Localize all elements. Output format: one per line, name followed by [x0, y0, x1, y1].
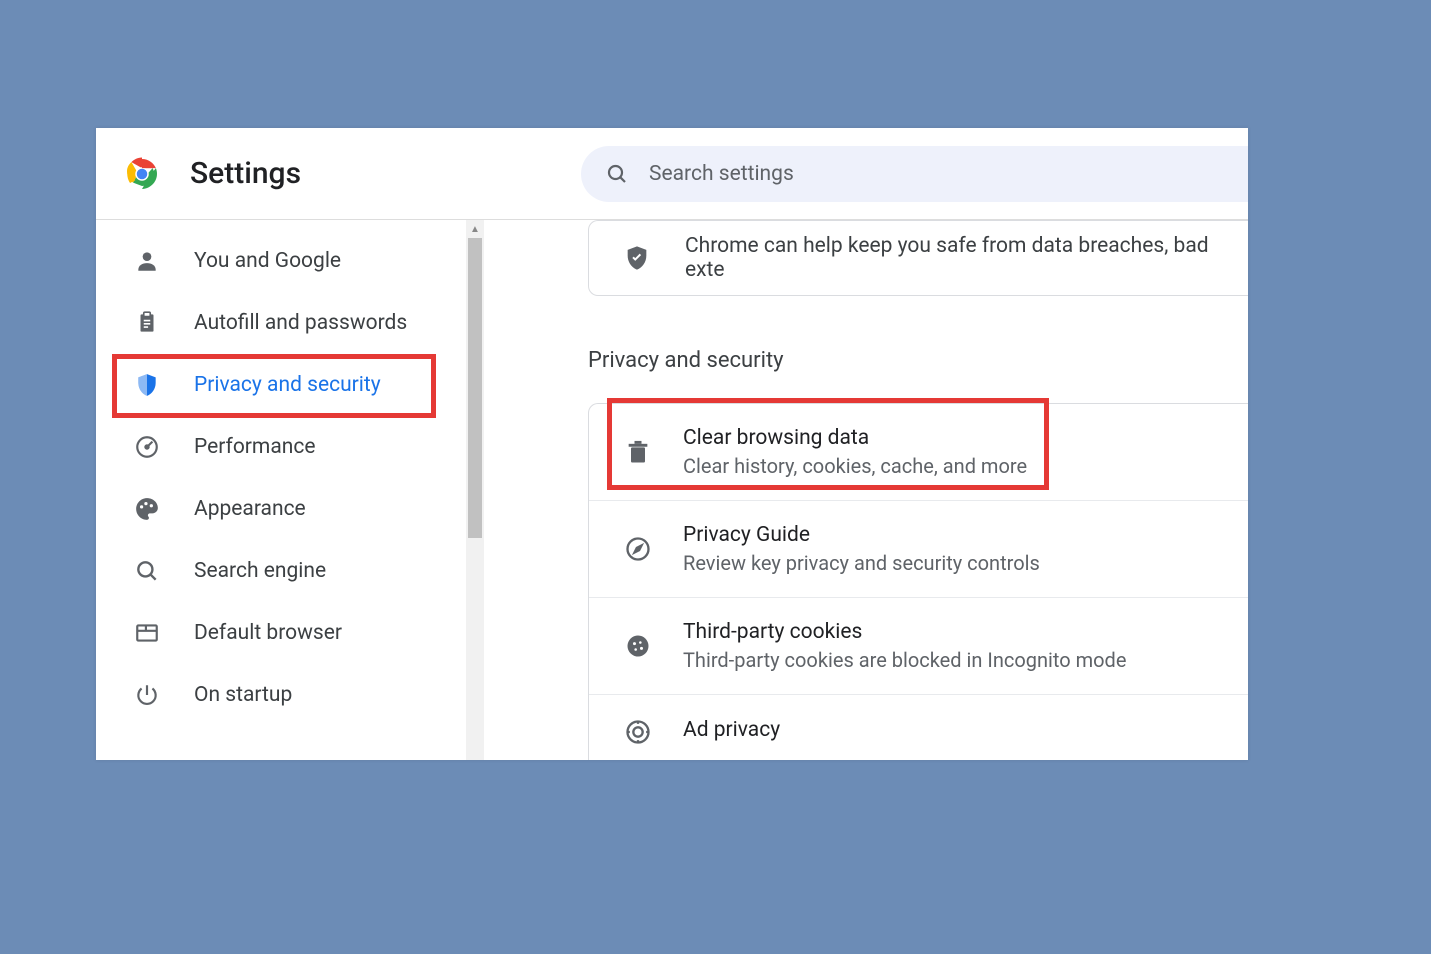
search-settings-input[interactable]: Search settings: [581, 146, 1248, 202]
privacy-card-list: Clear browsing data Clear history, cooki…: [588, 403, 1248, 760]
row-title: Privacy Guide: [683, 523, 1040, 547]
person-icon: [134, 248, 160, 274]
shield-check-icon: [623, 244, 651, 272]
palette-icon: [134, 496, 160, 522]
sidebar-item-label: Appearance: [194, 497, 306, 521]
scrollbar-up-icon[interactable]: ▲: [466, 220, 484, 238]
page-title: Settings: [190, 156, 301, 191]
row-subtitle: Review key privacy and security controls: [683, 551, 1040, 575]
safety-check-card[interactable]: Chrome can help keep you safe from data …: [588, 220, 1248, 296]
search-icon: [605, 162, 629, 186]
row-clear-browsing-data[interactable]: Clear browsing data Clear history, cooki…: [589, 404, 1248, 501]
sidebar-item-label: Performance: [194, 435, 315, 459]
trash-icon: [623, 437, 653, 467]
scrollbar-thumb[interactable]: [468, 238, 482, 538]
sidebar-item-performance[interactable]: Performance: [96, 416, 484, 478]
section-title: Privacy and security: [588, 348, 1248, 373]
search-icon: [134, 558, 160, 584]
sidebar: You and Google Autofill and passwords Pr…: [96, 220, 484, 760]
sidebar-item-appearance[interactable]: Appearance: [96, 478, 484, 540]
body: You and Google Autofill and passwords Pr…: [96, 220, 1248, 760]
row-ad-privacy[interactable]: Ad privacy: [589, 695, 1248, 760]
sidebar-item-default-browser[interactable]: Default browser: [96, 602, 484, 664]
sidebar-item-label: You and Google: [194, 249, 341, 273]
cookie-icon: [623, 631, 653, 661]
sidebar-item-label: Autofill and passwords: [194, 311, 407, 335]
sidebar-item-label: Search engine: [194, 559, 326, 583]
sidebar-item-label: Privacy and security: [194, 373, 381, 397]
sidebar-item-label: On startup: [194, 683, 292, 707]
search-placeholder: Search settings: [649, 162, 794, 186]
row-title: Ad privacy: [683, 718, 780, 742]
sidebar-item-on-startup[interactable]: On startup: [96, 664, 484, 726]
row-title: Clear browsing data: [683, 426, 1027, 450]
ad-icon: [623, 717, 653, 747]
sidebar-item-search-engine[interactable]: Search engine: [96, 540, 484, 602]
chrome-logo-icon: [124, 156, 160, 192]
sidebar-item-autofill[interactable]: Autofill and passwords: [96, 292, 484, 354]
row-subtitle: Clear history, cookies, cache, and more: [683, 454, 1027, 478]
sidebar-item-privacy-security[interactable]: Privacy and security: [96, 354, 484, 416]
shield-icon: [134, 372, 160, 398]
compass-icon: [623, 534, 653, 564]
row-title: Third-party cookies: [683, 620, 1126, 644]
main-content: Chrome can help keep you safe from data …: [484, 220, 1248, 760]
row-privacy-guide[interactable]: Privacy Guide Review key privacy and sec…: [589, 501, 1248, 598]
sidebar-item-you-and-google[interactable]: You and Google: [96, 230, 484, 292]
row-third-party-cookies[interactable]: Third-party cookies Third-party cookies …: [589, 598, 1248, 695]
clipboard-icon: [134, 310, 160, 336]
settings-window: Settings Search settings You and Googl: [96, 128, 1248, 760]
safety-text: Chrome can help keep you safe from data …: [685, 234, 1248, 282]
header: Settings Search settings: [96, 128, 1248, 220]
power-icon: [134, 682, 160, 708]
browser-icon: [134, 620, 160, 646]
sidebar-scrollbar[interactable]: ▲: [466, 220, 484, 760]
gauge-icon: [134, 434, 160, 460]
row-subtitle: Third-party cookies are blocked in Incog…: [683, 648, 1126, 672]
sidebar-item-label: Default browser: [194, 621, 342, 645]
